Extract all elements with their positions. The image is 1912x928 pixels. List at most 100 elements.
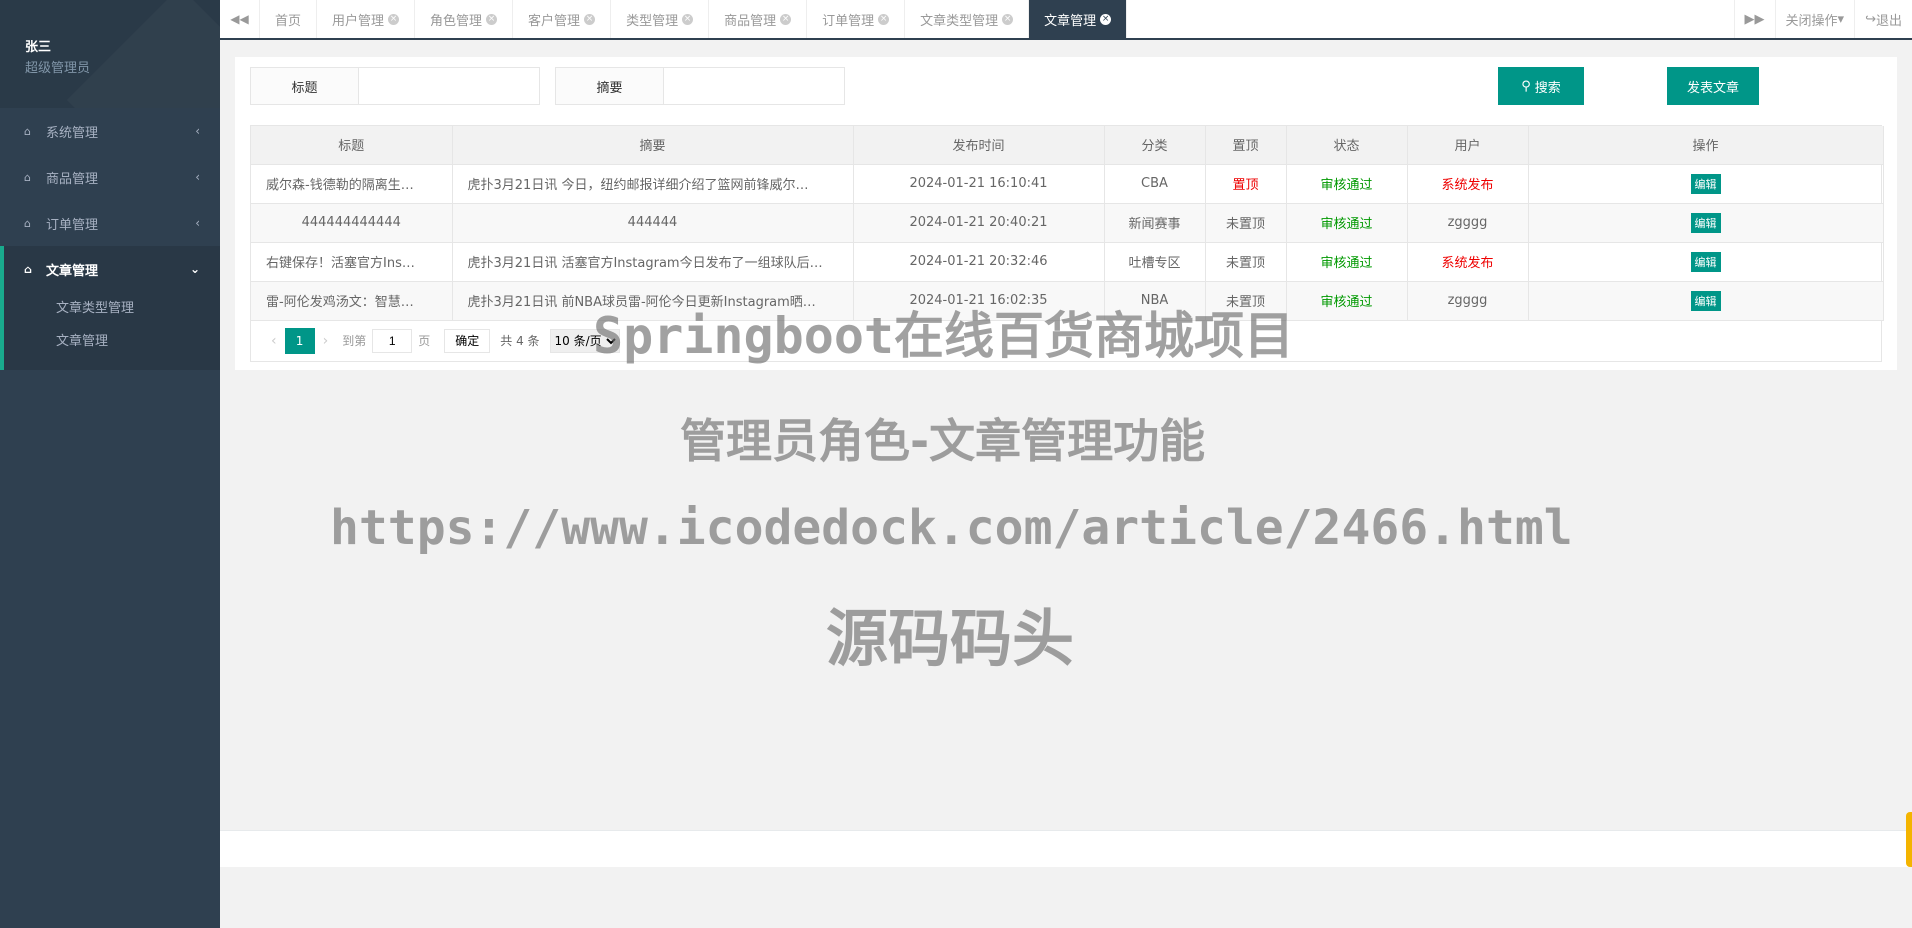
post-article-button[interactable]: 发表文章 [1667, 67, 1759, 105]
col-header[interactable]: 状态 [1286, 126, 1408, 165]
watermark-line3: https://www.icodedock.com/article/2466.h… [330, 500, 1573, 556]
cell-user: zgggg [1407, 281, 1529, 321]
tab-label: 首页 [275, 13, 302, 29]
tab-articles[interactable]: 文章管理 × [1029, 0, 1128, 38]
col-header[interactable]: 摘要 [452, 126, 854, 165]
side-badge[interactable] [1906, 812, 1912, 867]
edit-button[interactable]: 编辑 [1690, 290, 1721, 311]
search-form: 标题 摘要 [250, 67, 860, 105]
close-icon[interactable]: × [584, 13, 596, 25]
tab-customers[interactable]: 客户管理 × [513, 0, 612, 38]
next-page-icon[interactable]: › [323, 333, 329, 349]
table-row[interactable]: 444444444444 444444 2024-01-21 20:40:21 … [251, 203, 1884, 243]
col-header[interactable]: 置顶 [1205, 126, 1287, 165]
sidebar-subitem-article-types[interactable]: 文章类型管理 [4, 292, 220, 325]
summary-input[interactable] [664, 68, 844, 104]
cell-time: 2024-01-21 16:10:41 [853, 164, 1105, 204]
search-button[interactable]: ⚲ 搜索 [1498, 67, 1584, 105]
tab-label: 客户管理 [528, 13, 581, 29]
user-profile: 张三 超级管理员 [0, 0, 220, 108]
table-row[interactable]: 右键保存！活塞官方Ins… 虎扑3月21日讯 活塞官方Instagram今日发布… [251, 242, 1884, 282]
cell-title: 威尔森-钱德勒的隔离生… [251, 164, 453, 204]
footer [220, 830, 1912, 867]
cell-status: 审核通过 [1286, 164, 1408, 204]
tab-label: 商品管理 [724, 13, 777, 29]
prev-page-icon[interactable]: ‹ [271, 333, 277, 349]
page-unit-label: 页 [418, 334, 431, 348]
sidebar-item-label: 文章管理 [46, 263, 99, 279]
edit-button[interactable]: 编辑 [1690, 212, 1721, 233]
close-icon[interactable]: × [486, 13, 498, 25]
edit-button[interactable]: 编辑 [1690, 173, 1721, 194]
cell-top: 置顶 [1205, 164, 1287, 204]
col-header[interactable]: 操作 [1528, 126, 1884, 165]
cell-top: 未置顶 [1205, 203, 1287, 243]
chevron-left-icon: ‹ [195, 170, 200, 184]
home-icon: ⌂ [24, 216, 31, 230]
tab-article-types[interactable]: 文章类型管理 × [905, 0, 1030, 38]
tab-orders[interactable]: 订单管理 × [807, 0, 906, 38]
tab-bar: ◀◀ 首页 用户管理 × 角色管理 × 客户管理 × 类型管理 × 商品管理 × 订单管理… [220, 0, 1912, 40]
tabs-prev-button[interactable]: ◀◀ [220, 0, 260, 38]
title-input[interactable] [359, 68, 539, 104]
logout-label: 退出 [1875, 13, 1902, 29]
col-header[interactable]: 标题 [251, 126, 453, 165]
table-row[interactable]: 威尔森-钱德勒的隔离生… 虎扑3月21日讯 今日，纽约邮报详细介绍了篮网前锋威尔… [251, 164, 1884, 204]
cell-action: 编辑 [1528, 281, 1884, 321]
sidebar-item-articles[interactable]: ⌂ 文章管理 ⌄ [4, 246, 220, 292]
sidebar-submenu: 文章类型管理 文章管理 [4, 292, 220, 370]
col-header[interactable]: 分类 [1104, 126, 1206, 165]
close-icon[interactable]: × [1002, 13, 1014, 25]
sidebar-item-system[interactable]: ⌂ 系统管理 ‹ [0, 108, 220, 154]
search-icon: ⚲ [1521, 78, 1531, 94]
col-header[interactable]: 用户 [1407, 126, 1529, 165]
edit-button[interactable]: 编辑 [1690, 251, 1721, 272]
tabs: 首页 用户管理 × 角色管理 × 客户管理 × 类型管理 × 商品管理 × 订单管理 × 文… [260, 0, 1734, 38]
watermark-line1: Springboot在线百货商城项目 [593, 307, 1295, 365]
tabs-next-button[interactable]: ▶▶ [1733, 0, 1775, 38]
tab-label: 文章类型管理 [920, 13, 999, 29]
sidebar-item-orders[interactable]: ⌂ 订单管理 ‹ [0, 200, 220, 246]
col-header[interactable]: 发布时间 [853, 126, 1105, 165]
cell-title: 444444444444 [251, 203, 453, 243]
home-icon: ⌂ [24, 262, 32, 276]
logout-button[interactable]: ↪ 退出 [1854, 0, 1912, 38]
page-current[interactable]: 1 [284, 327, 315, 354]
page-input[interactable] [372, 328, 413, 353]
cell-summary: 虎扑3月21日讯 活塞官方Instagram今日发布了一组球队后… [452, 242, 854, 282]
close-icon[interactable]: × [780, 13, 792, 25]
sidebar-item-label: 商品管理 [46, 171, 99, 187]
cell-title: 雷-阿伦发鸡汤文：智慧… [251, 281, 453, 321]
tab-roles[interactable]: 角色管理 × [415, 0, 514, 38]
sidebar-item-goods[interactable]: ⌂ 商品管理 ‹ [0, 154, 220, 200]
user-name: 张三 [25, 40, 52, 55]
close-icon[interactable]: × [682, 13, 694, 25]
tab-label: 用户管理 [332, 13, 385, 29]
cell-user: 系统发布 [1407, 242, 1529, 282]
cell-status: 审核通过 [1286, 281, 1408, 321]
chevron-left-icon: ‹ [195, 216, 200, 230]
tab-label: 订单管理 [822, 13, 875, 29]
cell-summary: 444444 [452, 203, 854, 243]
summary-label: 摘要 [556, 68, 664, 104]
watermark-line2: 管理员角色-文章管理功能 [680, 414, 1206, 468]
tab-goods[interactable]: 商品管理 × [709, 0, 808, 38]
caret-down-icon: ▾ [1837, 11, 1845, 27]
close-operations-dropdown[interactable]: 关闭操作 ▾ [1774, 0, 1855, 38]
sidebar-subitem-articles[interactable]: 文章管理 [4, 325, 220, 358]
tab-users[interactable]: 用户管理 × [317, 0, 416, 38]
cell-action: 编辑 [1528, 164, 1884, 204]
chevron-down-icon: ⌄ [189, 262, 200, 276]
sidebar-item-label: 订单管理 [46, 217, 99, 233]
tab-types[interactable]: 类型管理 × [611, 0, 710, 38]
tab-home[interactable]: 首页 [260, 0, 318, 38]
cell-category: CBA [1104, 164, 1206, 204]
close-icon[interactable]: × [388, 13, 400, 25]
confirm-page-button[interactable]: 确定 [444, 328, 491, 353]
search-button-label: 搜索 [1534, 80, 1561, 96]
tab-label: 角色管理 [430, 13, 483, 29]
close-icon[interactable]: × [1100, 13, 1112, 25]
close-icon[interactable]: × [878, 13, 890, 25]
cell-time: 2024-01-21 20:40:21 [853, 203, 1105, 243]
watermark-line4: 源码码头 [826, 602, 1075, 675]
